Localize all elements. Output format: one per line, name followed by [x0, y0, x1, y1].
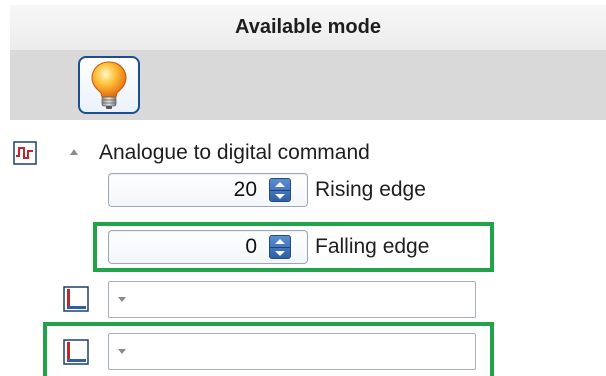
rising-edge-spinner[interactable]: 20 [108, 173, 308, 207]
falling-edge-spin-buttons[interactable] [269, 235, 291, 259]
square-wave-signal-icon [13, 141, 37, 165]
increment-icon[interactable] [270, 236, 290, 247]
decrement-icon[interactable] [270, 247, 290, 259]
falling-edge-value[interactable]: 0 [245, 231, 257, 263]
falling-edge-label: Falling edge [315, 235, 430, 258]
falling-edge-spinner[interactable]: 0 [108, 230, 308, 264]
collapse-arrow-icon[interactable] [69, 148, 79, 156]
rising-edge-value[interactable]: 20 [234, 174, 257, 206]
section-label-analogue-to-digital: Analogue to digital command [99, 141, 370, 164]
decrement-icon[interactable] [270, 190, 290, 202]
object-combo-2[interactable] [108, 333, 476, 370]
object-selector-icon [63, 286, 89, 312]
rising-edge-spin-buttons[interactable] [269, 178, 291, 202]
panel-title: Available mode [10, 5, 606, 51]
rising-edge-label: Rising edge [315, 178, 426, 201]
lightbulb-mode-button[interactable] [78, 56, 140, 114]
available-mode-panel: Available mode Analogue to digital comma… [0, 0, 606, 376]
chevron-down-icon[interactable] [118, 297, 126, 302]
object-combo-1[interactable] [108, 281, 476, 318]
mode-icon-bar [10, 51, 606, 120]
increment-icon[interactable] [270, 179, 290, 190]
lightbulb-icon [91, 61, 127, 109]
chevron-down-icon[interactable] [118, 349, 126, 354]
object-selector-icon [63, 339, 89, 365]
